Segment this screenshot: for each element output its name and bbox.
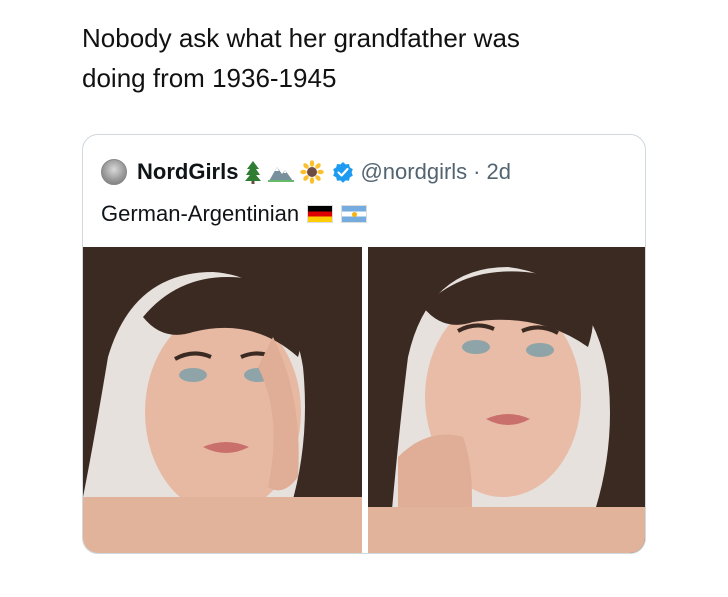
separator-dot: · bbox=[473, 159, 481, 184]
germany-flag-icon bbox=[307, 205, 334, 223]
argentina-flag-icon bbox=[341, 205, 368, 223]
photo-grid bbox=[83, 247, 645, 553]
photo-right-image bbox=[368, 247, 645, 553]
post-text-line-2: doing from 1936-1945 bbox=[82, 63, 337, 93]
post-text-line-1: Nobody ask what her grandfather was bbox=[82, 23, 520, 53]
sunflower-icon bbox=[300, 160, 325, 184]
quoted-tweet-card[interactable]: NordGirls @nordgirls · 2d German-Argenti… bbox=[82, 134, 646, 554]
handle[interactable]: @nordgirls bbox=[360, 159, 467, 185]
quoted-tweet-header: NordGirls @nordgirls · 2d bbox=[101, 157, 511, 187]
verified-badge-icon bbox=[333, 162, 354, 183]
evergreen-tree-icon bbox=[245, 161, 262, 184]
quoted-tweet-body: German-Argentinian bbox=[101, 201, 300, 226]
mountain-icon bbox=[268, 167, 295, 182]
avatar[interactable] bbox=[101, 159, 127, 185]
photo-left-image bbox=[83, 247, 362, 553]
photo-left[interactable] bbox=[83, 247, 362, 553]
post-text: Nobody ask what her grandfather was doin… bbox=[82, 18, 642, 98]
timestamp[interactable]: 2d bbox=[487, 159, 511, 185]
photo-right[interactable] bbox=[368, 247, 645, 553]
display-name[interactable]: NordGirls bbox=[137, 159, 238, 185]
quoted-tweet-text: German-Argentinian bbox=[101, 199, 368, 229]
